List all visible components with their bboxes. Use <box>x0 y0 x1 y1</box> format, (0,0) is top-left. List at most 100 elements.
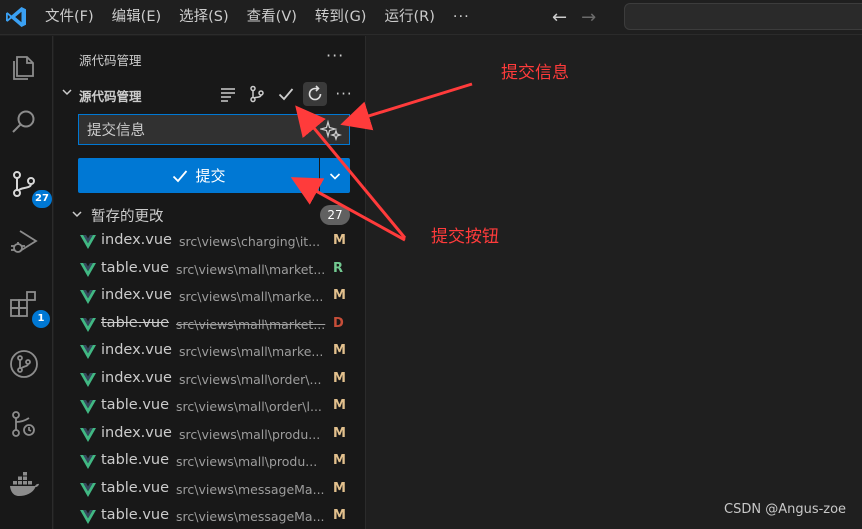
git-graph-button[interactable] <box>245 82 269 106</box>
activity-extensions[interactable]: 1 <box>8 288 50 328</box>
activity-search[interactable] <box>8 106 44 142</box>
check-icon <box>278 88 294 101</box>
command-center[interactable] <box>624 3 862 30</box>
arrow-left-icon[interactable]: ← <box>552 7 567 28</box>
menu-go[interactable]: 转到(G) <box>306 0 376 35</box>
vscode-logo-icon[interactable] <box>4 5 28 29</box>
file-status: M <box>333 398 346 413</box>
file-status: M <box>333 508 346 523</box>
commit-message-input[interactable] <box>78 114 350 145</box>
file-row[interactable]: index.vue src\views\mall\marke... M <box>54 283 366 311</box>
file-row[interactable]: index.vue src\views\mall\order\... M <box>54 366 366 394</box>
git-graph-icon <box>10 350 38 378</box>
file-row[interactable]: table.vue src\views\messageMa... M <box>54 476 366 504</box>
branch-graph-icon <box>250 85 264 103</box>
activity-run-debug[interactable] <box>8 226 44 262</box>
chevron-down-icon <box>329 172 341 180</box>
docker-icon <box>10 472 39 496</box>
file-name: table.vue <box>101 507 170 523</box>
file-status: M <box>333 233 346 248</box>
file-row[interactable]: table.vue src\views\mall\market... R <box>54 256 366 284</box>
repo-more-label: ··· <box>335 85 353 103</box>
file-name: table.vue <box>101 479 170 496</box>
vue-file-icon <box>80 372 96 387</box>
commit-button-label: 提交 <box>195 167 226 185</box>
vue-file-icon <box>80 400 96 414</box>
vue-file-icon <box>80 482 96 497</box>
file-status: M <box>333 343 346 358</box>
file-path: src\views\mall\market... <box>176 316 326 332</box>
file-row[interactable]: index.vue src\views\mall\marke... M <box>54 338 366 366</box>
arrow-right-icon[interactable]: → <box>581 7 596 28</box>
file-row[interactable]: table.vue src\views\messageMa... M <box>54 503 366 529</box>
title-bar: 文件(F) 编辑(E) 选择(S) 查看(V) 转到(G) 运行(R) ··· … <box>0 0 862 35</box>
list-icon <box>221 88 235 102</box>
staged-count-badge: 27 <box>320 205 350 225</box>
run-debug-icon <box>11 230 38 253</box>
menu-file[interactable]: 文件(F) <box>36 0 103 35</box>
activity-git-history[interactable] <box>8 408 44 444</box>
annotation-commit-button: 提交按钮 <box>431 227 499 247</box>
file-name: table.vue <box>101 314 170 331</box>
sidebar-title: 源代码管理 <box>79 53 142 68</box>
git-history-icon <box>12 411 35 437</box>
file-path: src\views\messageMa... <box>176 509 325 524</box>
repo-more-button[interactable]: ··· <box>332 82 356 106</box>
annotation-commit-message: 提交信息 <box>501 63 569 83</box>
check-icon <box>173 169 188 182</box>
file-name: index.vue <box>101 424 172 441</box>
file-status: R <box>333 260 344 276</box>
menu-edit[interactable]: 编辑(E) <box>103 0 170 35</box>
file-name: index.vue <box>101 342 172 358</box>
menu-view[interactable]: 查看(V) <box>238 0 306 35</box>
repo-header[interactable]: 源代码管理 ··· <box>54 82 366 106</box>
file-name: table.vue <box>101 397 170 413</box>
chevron-down-icon[interactable] <box>70 207 84 221</box>
file-name: index.vue <box>101 232 172 248</box>
activity-docker[interactable] <box>8 468 44 504</box>
vue-file-icon <box>80 345 96 359</box>
activity-source-control[interactable]: 27 <box>8 168 52 208</box>
file-name: index.vue <box>101 287 172 303</box>
view-as-tree-button[interactable] <box>216 82 240 106</box>
extensions-badge: 1 <box>32 310 50 328</box>
activity-explorer[interactable] <box>8 50 44 86</box>
refresh-button[interactable] <box>303 82 327 106</box>
file-name: table.vue <box>101 452 170 468</box>
menu-run[interactable]: 运行(R) <box>375 0 443 35</box>
file-status: M <box>333 425 346 441</box>
file-status: M <box>333 480 346 496</box>
staged-changes-header[interactable]: 暂存的更改 27 <box>54 202 366 226</box>
staged-file-list: index.vue src\views\charging\it... Mtable.… <box>54 228 366 529</box>
file-status: M <box>333 288 346 303</box>
file-path: src\views\mall\order\... <box>179 371 322 387</box>
file-row[interactable]: table.vue src\views\mall\produ... M <box>54 448 366 476</box>
vue-file-icon <box>80 235 96 249</box>
file-row[interactable]: table.vue src\views\mall\order\l... M <box>54 393 366 421</box>
file-path: src\views\mall\produ... <box>179 426 321 442</box>
vue-file-icon <box>80 455 96 469</box>
watermark: CSDN @Angus-zoe <box>724 502 847 517</box>
commit-button[interactable]: 提交 <box>78 158 319 193</box>
menu-selection[interactable]: 选择(S) <box>170 0 238 35</box>
file-name: table.vue <box>101 259 170 276</box>
file-name: index.vue <box>101 369 172 386</box>
commit-check-button[interactable] <box>274 82 298 106</box>
commit-dropdown-button[interactable] <box>320 158 350 193</box>
vue-file-icon <box>80 262 96 277</box>
activity-bar: 27 1 <box>0 36 53 529</box>
file-row[interactable]: table.vue src\views\mall\market... D <box>54 311 366 339</box>
menu-more[interactable]: ··· <box>444 0 479 35</box>
explorer-icon <box>13 56 34 80</box>
sidebar-more-button[interactable]: ··· <box>326 46 344 65</box>
sparkle-icon[interactable] <box>320 119 342 141</box>
staged-changes-label: 暂存的更改 <box>91 209 164 225</box>
nav-arrows: ← → <box>552 0 596 35</box>
file-path: src\views\charging\it... <box>179 234 321 249</box>
repo-label: 源代码管理 <box>79 89 142 104</box>
file-row[interactable]: index.vue src\views\mall\produ... M <box>54 421 366 449</box>
activity-git-graph[interactable] <box>8 348 44 384</box>
vue-file-icon <box>80 427 96 442</box>
file-row[interactable]: index.vue src\views\charging\it... M <box>54 228 366 256</box>
chevron-down-icon[interactable] <box>60 85 74 99</box>
